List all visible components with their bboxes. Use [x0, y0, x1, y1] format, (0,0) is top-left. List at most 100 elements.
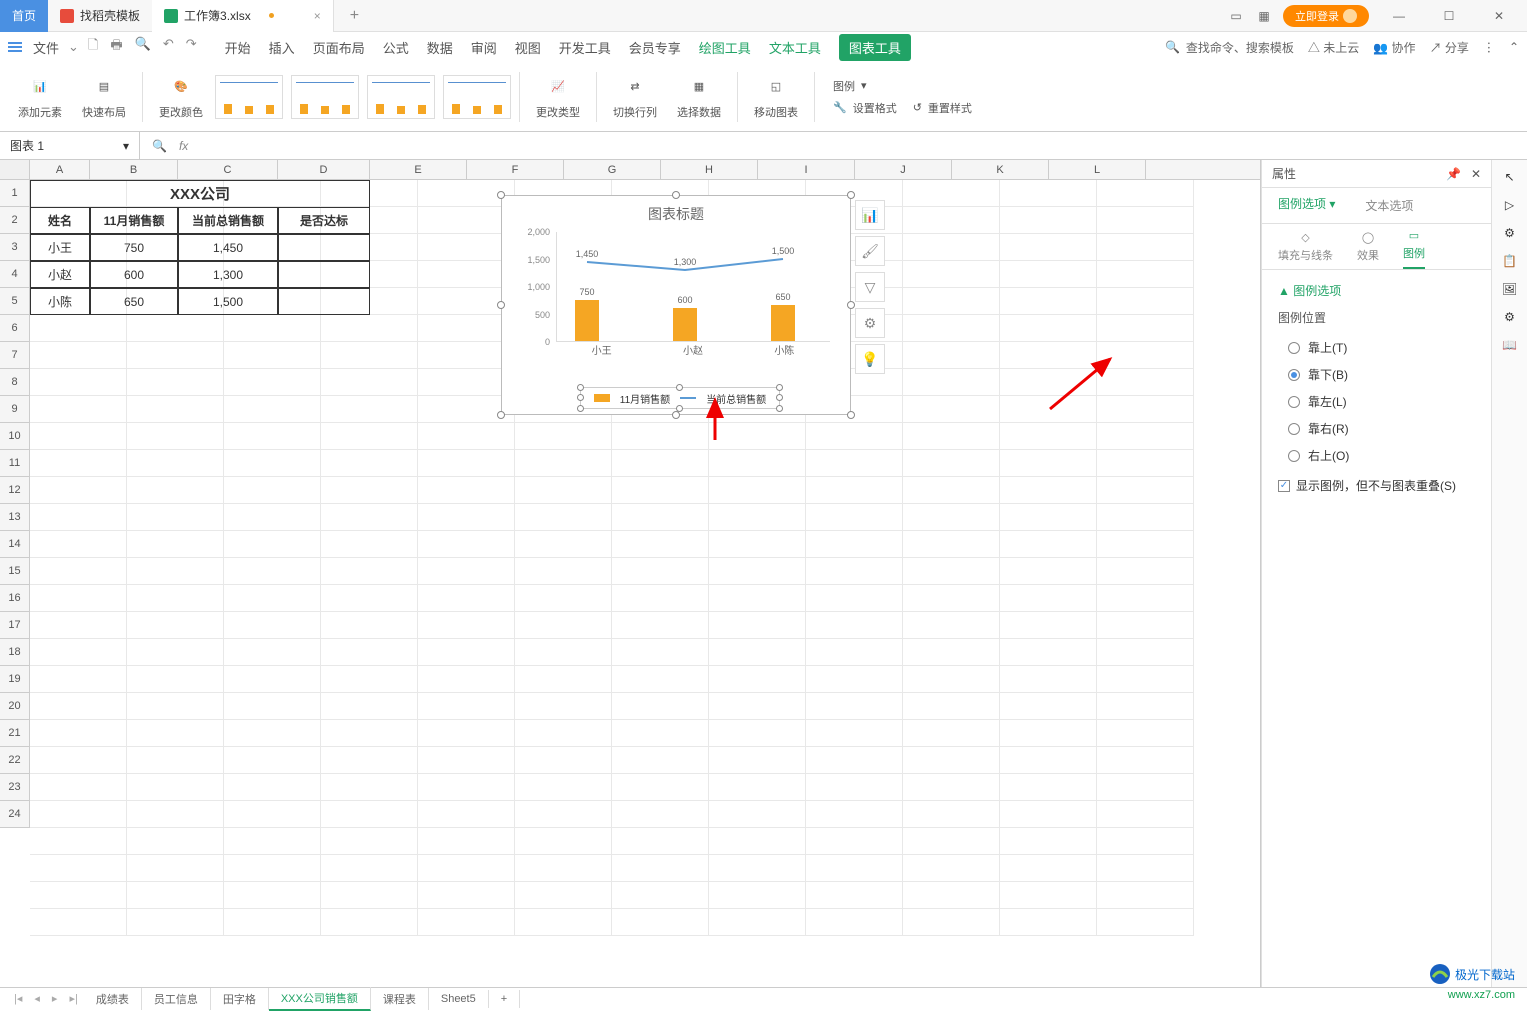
reset-style-button[interactable]: ↺ 重置样式	[913, 100, 972, 116]
sheet-nav-prev[interactable]: ◂	[28, 992, 46, 1005]
col-header[interactable]: L	[1049, 160, 1146, 179]
row-header[interactable]: 4	[0, 261, 30, 288]
row-header[interactable]: 2	[0, 207, 30, 234]
cloud-status[interactable]: △ 未上云	[1308, 39, 1359, 56]
tab-vip[interactable]: 会员专享	[629, 34, 681, 61]
col-header[interactable]: H	[661, 160, 758, 179]
chart-tips-button[interactable]: 💡	[855, 344, 885, 374]
plot-area[interactable]: 750 600 650 1,450 1,300 1,500	[556, 232, 830, 342]
row-header[interactable]: 10	[0, 423, 30, 450]
print-icon[interactable]: 🖶	[110, 36, 122, 58]
book-icon[interactable]: 📖	[1502, 338, 1517, 352]
col-header[interactable]: D	[278, 160, 370, 179]
menu-icon[interactable]	[8, 42, 22, 52]
chart-styles-button[interactable]: 🖌	[855, 236, 885, 266]
preview-icon[interactable]: 🔍	[135, 36, 151, 58]
resize-handle[interactable]	[776, 384, 783, 391]
resize-handle[interactable]	[676, 405, 683, 412]
set-format-button[interactable]: 🔧 设置格式	[833, 100, 897, 116]
change-type-button[interactable]: 📈 更改类型	[528, 74, 588, 120]
radio-bottom[interactable]: 靠下(B)	[1278, 361, 1475, 388]
clipboard-icon[interactable]: 📋	[1502, 254, 1517, 268]
resize-handle[interactable]	[577, 384, 584, 391]
close-panel-icon[interactable]: ✕	[1471, 167, 1481, 181]
add-sheet-button[interactable]: +	[489, 990, 520, 1008]
zoom-icon[interactable]: 🔍	[152, 139, 167, 153]
col-header[interactable]: J	[855, 160, 952, 179]
quick-layout-button[interactable]: ▤ 快速布局	[74, 74, 134, 120]
file-menu[interactable]: 文件	[27, 38, 65, 57]
sheet-nav-first[interactable]: |◂	[8, 992, 28, 1005]
layout-icon[interactable]: ▭	[1227, 7, 1245, 25]
subtab-legend[interactable]: ▭图例	[1403, 229, 1425, 269]
tab-document[interactable]: 工作簿3.xlsx ×	[152, 0, 334, 32]
row-header[interactable]: 1	[0, 180, 30, 207]
row-header[interactable]: 17	[0, 612, 30, 639]
search-area[interactable]: 🔍 查找命令、搜索模板	[1165, 39, 1294, 56]
fx-icon[interactable]: fx	[179, 139, 188, 153]
radio-top[interactable]: 靠上(T)	[1278, 334, 1475, 361]
sheet-tab[interactable]: 课程表	[371, 988, 429, 1010]
legend-dropdown[interactable]: 图例 ▾	[833, 78, 972, 94]
row-header[interactable]: 16	[0, 585, 30, 612]
chart-legend[interactable]: 11月销售额 当前总销售额	[580, 387, 780, 409]
tab-insert[interactable]: 插入	[269, 34, 295, 61]
resize-handle[interactable]	[672, 191, 680, 199]
resize-handle[interactable]	[847, 301, 855, 309]
sheet-tab[interactable]: 员工信息	[142, 988, 211, 1010]
row-header[interactable]: 8	[0, 369, 30, 396]
col-header[interactable]: E	[370, 160, 467, 179]
row-header[interactable]: 20	[0, 693, 30, 720]
radio-left[interactable]: 靠左(L)	[1278, 388, 1475, 415]
resize-handle[interactable]	[672, 411, 680, 419]
resize-handle[interactable]	[577, 394, 584, 401]
row-header[interactable]: 5	[0, 288, 30, 315]
minimize-button[interactable]: —	[1379, 0, 1419, 32]
close-tab-icon[interactable]: ×	[314, 9, 321, 23]
add-tab-button[interactable]: +	[334, 7, 375, 25]
subtab-effect[interactable]: ◯效果	[1357, 231, 1379, 269]
change-color-button[interactable]: 🎨 更改颜色	[151, 74, 211, 120]
resize-handle[interactable]	[676, 384, 683, 391]
pin-icon[interactable]: 📌	[1446, 167, 1461, 181]
pointer-icon[interactable]: ▷	[1505, 198, 1514, 212]
chart-elements-button[interactable]: 📊	[855, 200, 885, 230]
tab-legend-options[interactable]: 图例选项 ▾	[1278, 195, 1335, 216]
apps-icon[interactable]: ▦	[1255, 7, 1273, 25]
section-legend-options[interactable]: ▲ 图例选项	[1278, 282, 1475, 299]
resize-handle[interactable]	[847, 411, 855, 419]
col-header[interactable]: I	[758, 160, 855, 179]
tab-draw-tools[interactable]: 绘图工具	[699, 34, 751, 61]
chart-style-4[interactable]	[443, 75, 511, 119]
checkbox-no-overlap[interactable]: ✓显示图例，但不与图表重叠(S)	[1278, 469, 1475, 502]
sheet-area[interactable]: A B C D E F G H I J K L 1 2 3 4 5 6 7 8 …	[0, 160, 1261, 987]
resize-handle[interactable]	[847, 191, 855, 199]
col-header[interactable]: K	[952, 160, 1049, 179]
col-header[interactable]: B	[90, 160, 178, 179]
sheet-tab[interactable]: Sheet5	[429, 990, 489, 1008]
settings-icon[interactable]: ⚙	[1504, 226, 1515, 240]
share-button[interactable]: ↗ 分享	[1430, 39, 1469, 56]
undo-icon[interactable]: ↶	[163, 36, 174, 58]
image-icon[interactable]: 🖼	[1502, 282, 1517, 296]
row-header[interactable]: 15	[0, 558, 30, 585]
row-header[interactable]: 11	[0, 450, 30, 477]
row-header[interactable]: 12	[0, 477, 30, 504]
tab-home[interactable]: 首页	[0, 0, 48, 32]
redo-icon[interactable]: ↷	[186, 36, 197, 58]
tab-text-options[interactable]: 文本选项	[1365, 197, 1413, 214]
subtab-fill[interactable]: ◇填充与线条	[1278, 231, 1333, 269]
resize-handle[interactable]	[776, 405, 783, 412]
add-element-button[interactable]: 📊 添加元素	[10, 74, 70, 120]
tab-review[interactable]: 审阅	[471, 34, 497, 61]
chart-object[interactable]: 图表标题 2,000 1,500 1,000 500 0	[501, 195, 851, 415]
tab-chart-tools[interactable]: 图表工具	[839, 34, 911, 61]
select-all-corner[interactable]	[0, 160, 30, 179]
cell-grid[interactable]: XXX公司 姓名 11月销售额 当前总销售额 是否达标 小王 750 1,450	[30, 180, 1260, 828]
tab-view[interactable]: 视图	[515, 34, 541, 61]
chart-style-2[interactable]	[291, 75, 359, 119]
tab-template-market[interactable]: 找稻壳模板	[48, 0, 152, 32]
select-data-button[interactable]: ▦ 选择数据	[669, 74, 729, 120]
name-box[interactable]: 图表 1 ▾	[0, 132, 140, 159]
row-header[interactable]: 14	[0, 531, 30, 558]
